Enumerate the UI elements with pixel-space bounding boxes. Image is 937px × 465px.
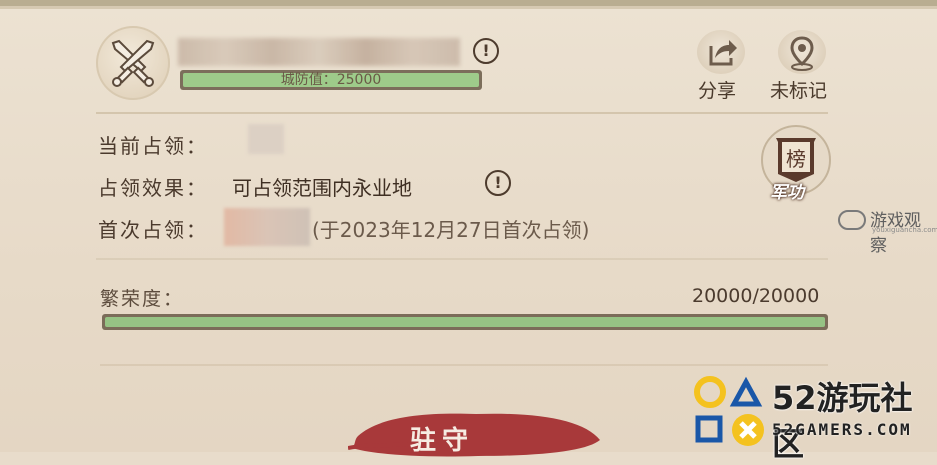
current-occupant-label: 当前占领： [98,134,208,158]
gamers-watermark-title: 52游玩社区 [772,379,913,463]
current-occupant-redacted [248,124,284,154]
youxi-logo-icon [838,210,866,230]
youxi-watermark-sub: youxiguancha.com [872,226,937,234]
prosperity-label: 繁荣度： [100,288,185,310]
city-defense-bar: 城防值：25000 [180,70,482,90]
info-divider [96,258,828,260]
first-occupant-redacted [224,208,310,246]
station-button-label[interactable]: 驻守 [410,420,474,457]
gamers-watermark-sub: 52GAMERS.COM [772,420,912,439]
first-occupy-label: 首次占领： [98,218,208,242]
share-button[interactable] [697,30,745,74]
panel-top-border-inner [0,6,937,9]
occupy-effect-label: 占领效果： [98,176,208,200]
city-name-redacted [178,38,460,66]
header-divider [96,112,828,114]
mark-button[interactable] [778,30,826,74]
rank-label[interactable]: 军功 [770,178,804,203]
footer-divider [100,364,828,366]
first-occupy-value: (于2023年12月27日首次占领) [312,218,590,242]
warning-icon[interactable]: ! [473,38,499,64]
city-defense-text: 城防值：25000 [280,72,382,88]
rank-badge-char: 榜 [786,147,806,171]
share-label[interactable]: 分享 [698,76,736,103]
prosperity-bar [102,314,828,330]
occupy-effect-value: 可占领范围内永业地 [232,176,412,200]
city-emblem [96,26,170,100]
occupy-effect-info-icon[interactable]: ! [485,170,511,196]
station-button[interactable] [348,404,604,464]
share-icon [709,40,737,66]
gamers-logo-icon [694,376,764,446]
map-pin-icon [790,36,814,71]
prosperity-value: 20000/20000 [692,285,820,307]
prosperity-fill [105,317,825,327]
crossed-swords-icon [111,39,155,87]
mark-label[interactable]: 未标记 [770,76,827,103]
